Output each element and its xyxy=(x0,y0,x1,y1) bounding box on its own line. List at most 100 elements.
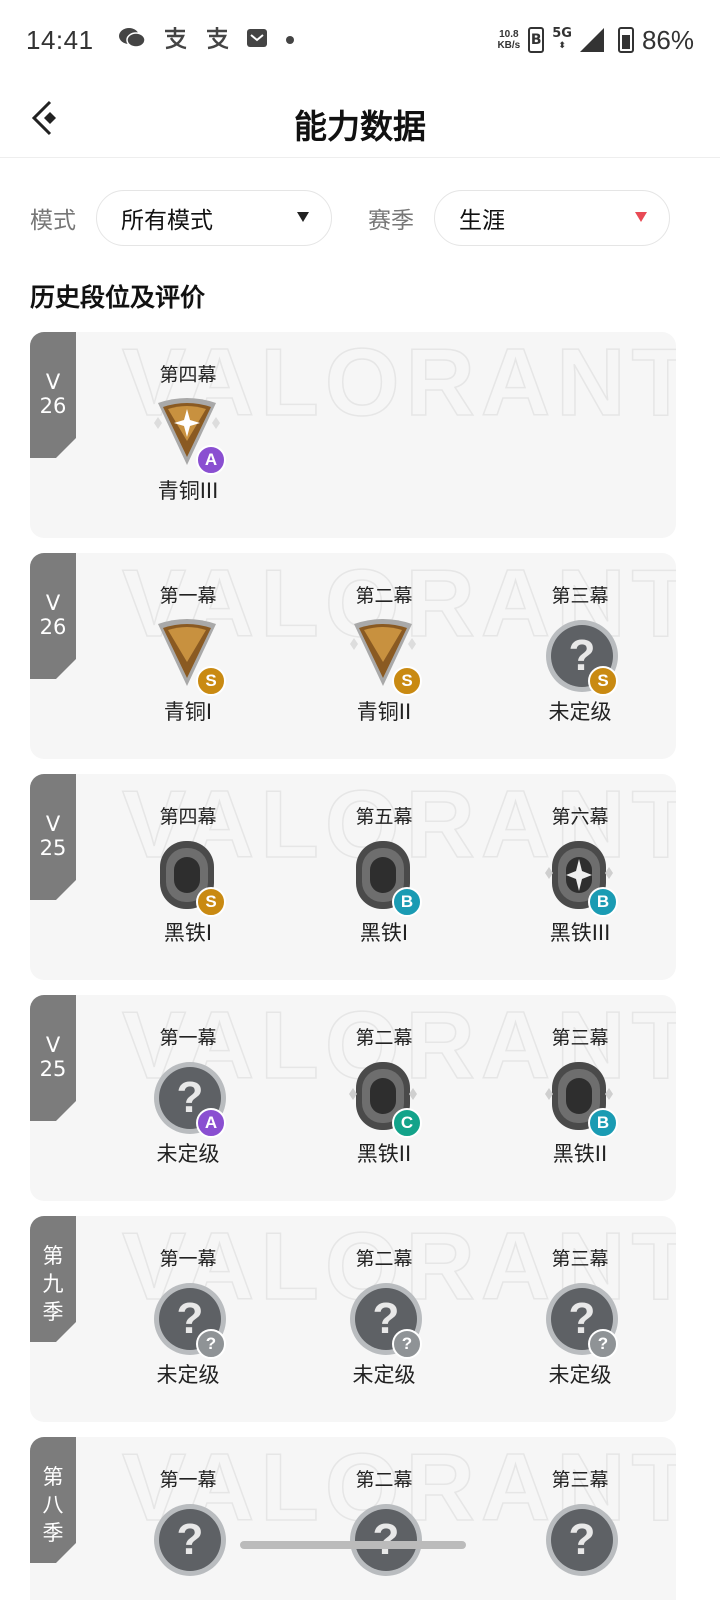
act-rank-item[interactable]: 第四幕 S 黑铁I xyxy=(90,774,286,980)
rank-name: 黑铁I xyxy=(359,921,409,945)
act-rank-item[interactable]: 第一幕?? 未定级 xyxy=(90,1216,286,1422)
season-tag: V 25 xyxy=(30,995,76,1121)
season-card: VALORANT 第八季第一幕? 第二幕? 第三幕? xyxy=(30,1437,676,1600)
season-tag-text: V xyxy=(45,812,61,836)
season-card: VALORANT V 26 第一幕 S 青铜I 第二幕 S 青铜II 第三幕? S 未定级 xyxy=(30,553,676,759)
season-tag-text: 26 xyxy=(39,615,67,639)
rank-name: 未定级 xyxy=(352,1363,416,1387)
unranked-badge-icon: ? xyxy=(344,1498,424,1580)
season-card: VALORANT V 26 第四幕 A 青铜III xyxy=(30,332,676,538)
alipay-icon xyxy=(162,26,188,55)
bronze2-rank-icon: S xyxy=(344,614,424,696)
act-name: 第三幕 xyxy=(551,585,609,607)
season-card: VALORANT V 25 第一幕? A 未定级 第二幕 C 黑铁II 第三幕 B 黑铁II xyxy=(30,995,676,1201)
act-name: 第二幕 xyxy=(355,1469,413,1491)
act-rank-item[interactable]: 第一幕? xyxy=(90,1437,286,1600)
act-rank-item[interactable]: 第二幕?? 未定级 xyxy=(286,1216,482,1422)
act-name: 第三幕 xyxy=(551,1248,609,1270)
rank-name: 青铜III xyxy=(157,479,219,503)
dot-icon xyxy=(284,29,296,51)
battery-percent: 86% xyxy=(641,24,694,55)
iron3-rank-icon: B xyxy=(540,835,620,917)
caret-down-icon xyxy=(635,212,647,222)
wechat-icon xyxy=(118,26,146,55)
rank-name: 未定级 xyxy=(548,700,612,724)
alipay-icon xyxy=(204,26,230,55)
rank-name: 黑铁III xyxy=(549,921,611,945)
grade-badge: S xyxy=(196,887,226,917)
iron1-rank-icon: S xyxy=(148,835,228,917)
act-rank-item[interactable]: 第三幕 ? S 未定级 xyxy=(482,553,676,759)
season-tag: 第八季 xyxy=(30,1437,76,1563)
act-rank-item[interactable]: 第五幕 B 黑铁I xyxy=(286,774,482,980)
sim-icon: B xyxy=(528,27,545,53)
season-tag-text: 26 xyxy=(39,394,67,418)
iron2-rank-icon: C xyxy=(344,1056,424,1138)
grade-badge: A xyxy=(196,445,226,475)
act-rank-item[interactable]: 第三幕 B 黑铁II xyxy=(482,995,676,1201)
act-name: 第六幕 xyxy=(551,806,609,828)
act-rank-item[interactable]: 第六幕 B 黑铁III xyxy=(482,774,676,980)
mode-label: 模式 xyxy=(30,208,76,234)
iron1-rank-icon: B xyxy=(344,835,424,917)
season-tag-text: 25 xyxy=(39,836,67,860)
season-card: VALORANT 第九季第一幕?? 未定级 第二幕?? 未定级 第三幕?? 未定级 xyxy=(30,1216,676,1422)
rank-name: 未定级 xyxy=(156,1142,220,1166)
rank-history-list: VALORANT V 26 第四幕 A 青铜III VALORANT V 26 第一幕 S 青铜I 第二… xyxy=(30,332,676,1600)
page-title: 能力数据 xyxy=(294,107,426,146)
unranked-badge-icon: ?? xyxy=(540,1277,620,1359)
season-tag: V 25 xyxy=(30,774,76,900)
season-card: VALORANT V 25 第四幕 S 黑铁I 第五幕 B 黑铁I 第六幕 B 黑铁III xyxy=(30,774,676,980)
status-bar: 14:41 10.8 KB/s B 5G ⬍ 86% xyxy=(0,0,720,80)
act-rank-item[interactable]: 第一幕 S 青铜I xyxy=(90,553,286,759)
act-rank-item[interactable]: 第二幕 C 黑铁II xyxy=(286,995,482,1201)
rank-name: 青铜I xyxy=(163,700,213,724)
act-name: 第三幕 xyxy=(551,1027,609,1049)
season-select-value: 生涯 xyxy=(459,208,505,234)
unranked-badge-icon: ? A xyxy=(148,1056,228,1138)
act-rank-item[interactable]: 第四幕 A 青铜III xyxy=(90,332,286,538)
rank-name: 黑铁II xyxy=(552,1142,608,1166)
act-name: 第二幕 xyxy=(355,1027,413,1049)
unranked-badge-icon: ? S xyxy=(540,614,620,696)
notification-icons xyxy=(118,26,296,55)
act-rank-item[interactable]: 第一幕 ? A 未定级 xyxy=(90,995,286,1201)
act-name: 第五幕 xyxy=(355,806,413,828)
act-name: 第四幕 xyxy=(159,806,217,828)
grade-badge: S xyxy=(392,666,422,696)
season-tag: V 26 xyxy=(30,553,76,679)
rank-name: 未定级 xyxy=(156,1363,220,1387)
act-rank-item[interactable]: 第三幕? xyxy=(482,1437,676,1600)
unranked-badge-icon: ? xyxy=(540,1498,620,1580)
act-name: 第二幕 xyxy=(355,585,413,607)
home-indicator[interactable] xyxy=(240,1541,466,1549)
season-tag-text: 八 xyxy=(42,1493,64,1517)
status-time: 14:41 xyxy=(26,24,94,55)
mode-select[interactable]: 所有模式 xyxy=(96,190,332,246)
act-rank-item[interactable]: 第三幕?? 未定级 xyxy=(482,1216,676,1422)
mode-select-value: 所有模式 xyxy=(121,208,213,234)
act-rank-item[interactable]: 第二幕? xyxy=(286,1437,482,1600)
grade-badge: A xyxy=(196,1108,226,1138)
app-header: 能力数据 xyxy=(0,80,720,158)
bronze3-rank-icon: A xyxy=(148,393,228,475)
rank-name: 青铜II xyxy=(356,700,412,724)
act-name: 第一幕 xyxy=(159,585,217,607)
grade-badge: ? xyxy=(588,1329,618,1359)
caret-down-icon xyxy=(297,212,309,222)
unranked-badge-icon: ? xyxy=(148,1498,228,1580)
grade-badge: S xyxy=(196,666,226,696)
season-tag-text: 第 xyxy=(42,1465,64,1489)
season-select[interactable]: 生涯 xyxy=(434,190,670,246)
act-name: 第一幕 xyxy=(159,1027,217,1049)
mail-icon xyxy=(246,27,268,54)
season-tag-text: 第 xyxy=(42,1244,64,1268)
iron2-rank-icon: B xyxy=(540,1056,620,1138)
grade-badge: ? xyxy=(392,1329,422,1359)
grade-badge: B xyxy=(588,887,618,917)
season-tag-text: 季 xyxy=(42,1521,64,1545)
act-name: 第三幕 xyxy=(551,1469,609,1491)
season-tag: V 26 xyxy=(30,332,76,458)
act-rank-item[interactable]: 第二幕 S 青铜II xyxy=(286,553,482,759)
bronze1-rank-icon: S xyxy=(148,614,228,696)
